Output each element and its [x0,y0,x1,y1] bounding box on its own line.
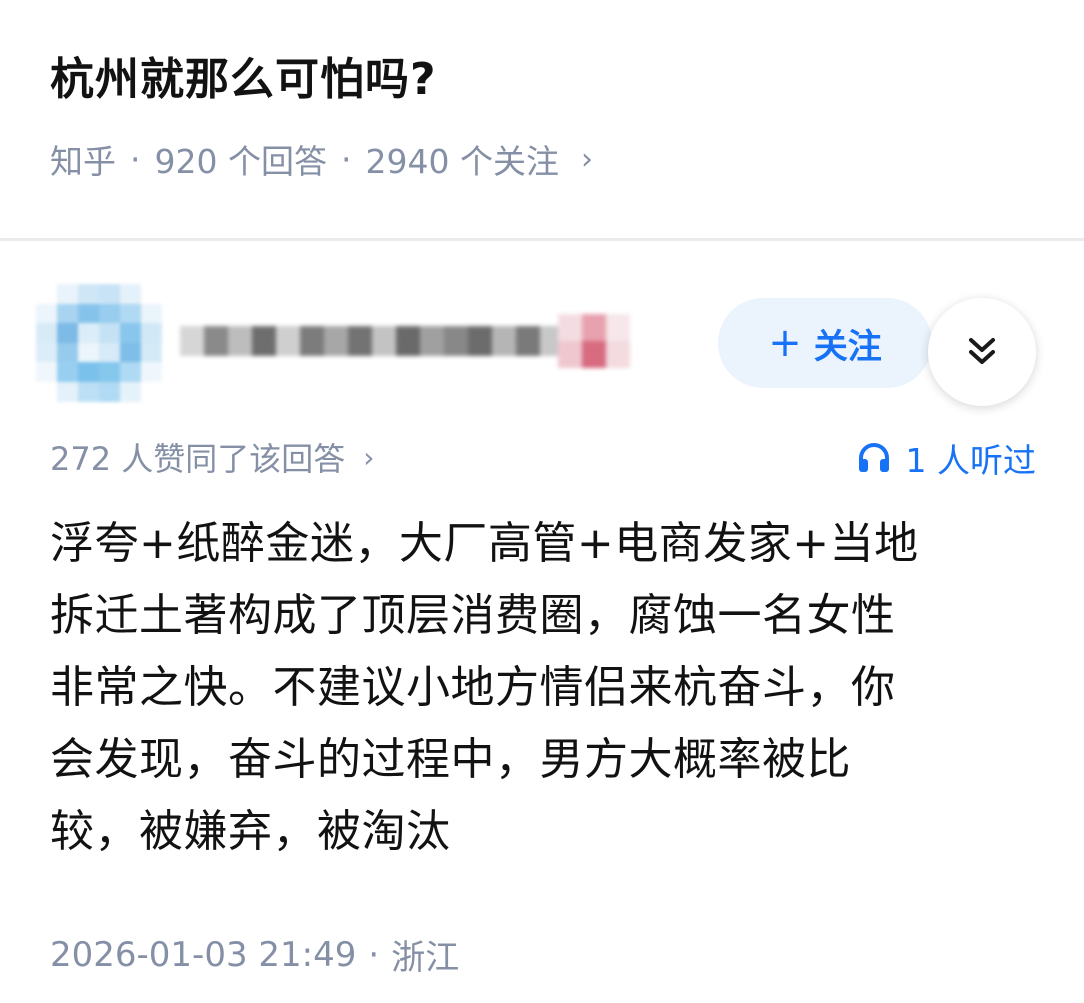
answer-line: 会发现，奋斗的过程中，男方大概率被比 [50,734,851,785]
answer-count: 920 个回答 [154,142,327,181]
answer-footer: 2026-01-03 21:49 · 浙江 [50,930,459,979]
question-header: 杭州就那么可怕吗? 知乎 · 920 个回答 · 2940 个关注 › [0,0,1084,238]
headphones-icon [858,443,889,472]
section-divider [0,238,1084,241]
answer-line: 较，被嫌弃，被淘汰 [50,806,451,857]
listened-indicator[interactable]: 1 人听过 [856,434,1037,482]
listened-count: 1 人听过 [905,441,1037,480]
follower-count: 2940 个关注 [365,142,559,181]
chevron-right-icon: › [363,440,375,474]
answer-content[interactable]: 浮夸+纸醉金迷，大厂高管+电商发家+当地 拆迁土著构成了顶层消费圈，腐蚀一名女性… [50,508,1040,868]
upvote-count: 272 人赞同了该回答 [50,440,346,478]
author-badge [558,314,630,368]
double-chevron-down-icon [969,338,995,364]
upvote-summary[interactable]: 272 人赞同了该回答 › [50,434,374,480]
avatar[interactable] [36,284,162,402]
answer-line: 浮夸+纸醉金迷，大厂高管+电商发家+当地 [50,518,919,569]
answer-line: 拆迁土著构成了顶层消费圈，腐蚀一名女性 [50,590,896,641]
author-row: + 关注 [0,270,1084,420]
stats-row: 272 人赞同了该回答 › 1 人听过 [0,428,1084,488]
answer-location: 浙江 [391,938,460,978]
answer-line: 非常之快。不建议小地方情侣来杭奋斗，你 [50,662,896,713]
plus-icon: + [768,320,802,366]
follow-button[interactable]: + 关注 [718,298,932,388]
chevron-right-icon: › [580,141,593,177]
follow-label: 关注 [813,326,882,367]
meta-separator: · [130,139,141,179]
question-meta[interactable]: 知乎 · 920 个回答 · 2940 个关注 › [50,132,593,186]
meta-separator: · [340,139,352,179]
answer-datetime: 2026-01-03 21:49 [50,934,357,975]
author-name[interactable] [180,318,612,364]
meta-separator: · [368,934,380,975]
source-label: 知乎 [50,142,116,181]
question-title[interactable]: 杭州就那么可怕吗? [50,44,437,116]
more-button[interactable] [928,298,1036,406]
